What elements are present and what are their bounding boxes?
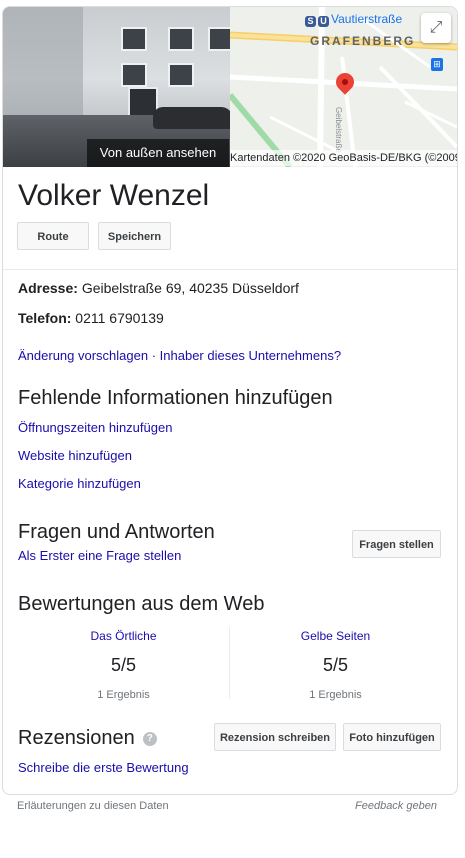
web-review-source[interactable]: Gelbe Seiten 5/5 1 Ergebnis — [229, 629, 442, 701]
save-button[interactable]: Speichern — [98, 222, 171, 250]
map-preview[interactable]: S U Vautierstraße GRAFENBERG Geibelstraße … — [230, 7, 457, 167]
address-row: Adresse: Geibelstraße 69, 40235 Düsseldo… — [18, 280, 299, 296]
knowledge-panel: Von außen ansehen S U Vautierstraße GRAFEN… — [2, 6, 458, 795]
window — [168, 63, 194, 87]
map-attribution: Kartendaten ©2020 GeoBasis-DE/BKG (©2009… — [230, 150, 458, 166]
ask-question-button[interactable]: Fragen stellen — [352, 530, 441, 558]
phone-row: Telefon: 0211 6790139 — [18, 310, 164, 326]
route-button[interactable]: Route — [17, 222, 89, 250]
feedback-link[interactable]: Feedback geben — [355, 800, 437, 812]
hero-media: Von außen ansehen S U Vautierstraße GRAFEN… — [3, 7, 457, 167]
review-count: 1 Ergebnis — [97, 689, 150, 701]
add-hours-link[interactable]: Öffnungszeiten hinzufügen — [18, 420, 172, 435]
help-icon[interactable]: ? — [142, 732, 157, 746]
review-count: 1 Ergebnis — [309, 689, 362, 701]
u-bahn-icon: U — [318, 16, 329, 27]
building-shadow — [3, 7, 83, 122]
write-review-button[interactable]: Rezension schreiben — [214, 723, 336, 751]
first-review-link[interactable]: Schreibe die erste Bewertung — [18, 760, 189, 775]
web-reviews-heading: Bewertungen aus dem Web — [18, 593, 265, 615]
parked-car — [153, 107, 230, 129]
phone-label: Telefon: — [18, 310, 72, 326]
address-label: Adresse: — [18, 280, 78, 296]
suggest-edit-link[interactable]: Änderung vorschlagen — [18, 348, 148, 363]
data-info-link[interactable]: Erläuterungen zu diesen Daten — [17, 800, 169, 812]
window — [208, 27, 230, 51]
review-score: 5/5 — [322, 655, 349, 675]
station-name: Vautierstraße — [331, 12, 403, 26]
owner-link[interactable]: Inhaber dieses Unternehmens? — [160, 348, 341, 363]
reviews-heading-row: Rezensionen? — [18, 727, 157, 750]
review-source-name[interactable]: Gelbe Seiten — [229, 629, 442, 647]
edit-links-row: Änderung vorschlagen · Inhaber dieses Un… — [18, 348, 341, 363]
bus-stop-icon: ⊞ — [431, 58, 443, 71]
window — [168, 27, 194, 51]
window — [121, 63, 147, 87]
first-question-link[interactable]: Als Erster eine Frage stellen — [18, 548, 181, 563]
link-separator: · — [148, 348, 160, 363]
expand-map-icon[interactable]: ⤢ — [421, 13, 451, 43]
address-value: Geibelstraße 69, 40235 Düsseldorf — [81, 280, 299, 296]
subway-icon: S — [305, 16, 316, 27]
street-view-label[interactable]: Von außen ansehen — [87, 139, 229, 167]
transit-station-label[interactable]: S U Vautierstraße — [305, 12, 402, 27]
section-divider — [3, 269, 457, 270]
review-score: 5/5 — [110, 655, 137, 675]
phone-link[interactable]: 0211 6790139 — [75, 310, 164, 326]
window — [121, 27, 147, 51]
missing-info-heading: Fehlende Informationen hinzufügen — [18, 387, 333, 409]
district-label: GRAFENBERG — [310, 34, 416, 48]
add-photo-button[interactable]: Foto hinzufügen — [343, 723, 441, 751]
add-website-link[interactable]: Website hinzufügen — [18, 448, 132, 463]
review-source-name[interactable]: Das Örtliche — [17, 629, 230, 647]
location-pin-center — [342, 79, 348, 85]
business-name: Volker Wenzel — [18, 179, 210, 212]
add-category-link[interactable]: Kategorie hinzufügen — [18, 476, 141, 491]
qa-heading: Fragen und Antworten — [18, 521, 215, 543]
web-review-source[interactable]: Das Örtliche 5/5 1 Ergebnis — [17, 629, 230, 701]
street-name-label: Geibelstraße — [334, 107, 343, 153]
reviews-heading: Rezensionen — [18, 727, 135, 749]
street-view-photo[interactable]: Von außen ansehen — [3, 7, 230, 167]
